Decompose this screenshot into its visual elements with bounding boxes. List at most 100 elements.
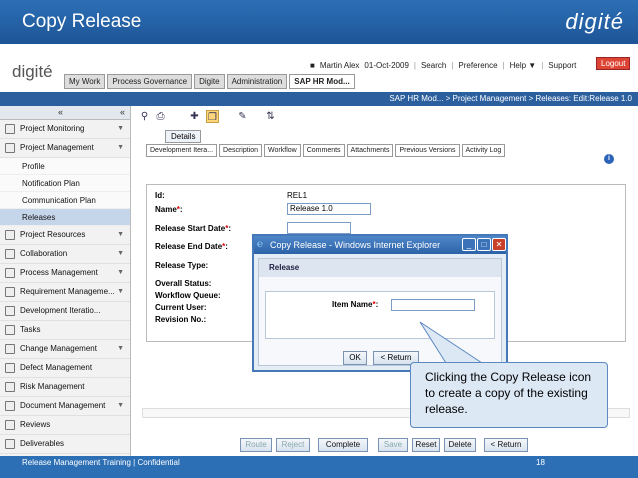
callout-note: Clicking the Copy Release icon to create…: [410, 362, 608, 428]
user-icon: ■: [310, 60, 315, 70]
subtab-comments[interactable]: Comments: [302, 144, 345, 157]
brand-logo: digité: [565, 9, 624, 34]
item-name-input[interactable]: [391, 299, 475, 311]
main-tabs: My Work Process Governance Digite Admini…: [64, 74, 355, 89]
start-date-label: Release Start Date*:: [155, 224, 232, 233]
preference-link[interactable]: Preference: [458, 61, 497, 70]
tab-my-work[interactable]: My Work: [64, 74, 106, 89]
sidebar-item-development-iteration[interactable]: Development Iteratio...: [0, 302, 130, 321]
sidebar-item-process-management[interactable]: Process Management ▼: [0, 264, 130, 283]
dialog-title: Copy Release - Windows Internet Explorer: [270, 240, 441, 250]
subtab-attachments[interactable]: Attachments: [346, 144, 394, 157]
delete-button[interactable]: Delete: [444, 438, 476, 452]
slide-footer: Release Management Training | Confidenti…: [0, 456, 638, 478]
sub-tabs: Development Itera... Description Workflo…: [146, 144, 506, 157]
id-value: REL1: [287, 191, 308, 200]
page-number: 18: [536, 458, 545, 467]
sidebar-item-project-monitoring[interactable]: Project Monitoring ▼: [0, 120, 130, 139]
info-icon[interactable]: i: [604, 154, 614, 164]
subtab-development-iterations[interactable]: Development Itera...: [146, 144, 218, 157]
search-icon[interactable]: ⚲: [138, 110, 151, 123]
risk-icon: [5, 382, 15, 392]
sidebar-item-tasks[interactable]: Tasks: [0, 321, 130, 340]
user-name[interactable]: Martin Alex: [320, 61, 360, 70]
name-input[interactable]: Release 1.0: [287, 203, 371, 215]
folder-icon: [5, 143, 15, 153]
collapse-up-icon[interactable]: «: [58, 107, 63, 117]
breadcrumb: SAP HR Mod... > Project Management > Rel…: [389, 94, 632, 103]
sidebar-item-project-management[interactable]: Project Management ▼: [0, 139, 130, 158]
subtab-previous-versions[interactable]: Previous Versions: [395, 144, 460, 157]
sidebar-item-document-management[interactable]: Document Management ▼: [0, 397, 130, 416]
logout-button[interactable]: Logout: [596, 57, 631, 70]
sort-icon[interactable]: ⇅: [264, 110, 277, 123]
tab-details[interactable]: Details: [165, 130, 202, 143]
document-icon: [5, 401, 15, 411]
maximize-icon[interactable]: □: [477, 238, 491, 251]
complete-button[interactable]: Complete: [318, 438, 368, 452]
subtab-activity-log[interactable]: Activity Log: [461, 144, 506, 157]
release-type-label: Release Type:: [155, 261, 209, 270]
add-icon[interactable]: ✚: [188, 110, 201, 123]
sidebar-item-deliverables[interactable]: Deliverables: [0, 435, 130, 454]
sidebar-item-reviews[interactable]: Reviews: [0, 416, 130, 435]
dialog-body: Release Item Name*: OK < Return: [258, 258, 502, 366]
route-button[interactable]: Route: [240, 438, 272, 452]
sidebar-item-risk-management[interactable]: Risk Management: [0, 378, 130, 397]
tab-process-governance[interactable]: Process Governance: [107, 74, 193, 89]
dialog-form: Item Name*:: [265, 291, 495, 339]
sidebar-sub-notification-plan[interactable]: Notification Plan: [0, 175, 130, 192]
sidebar: « « Project Monitoring ▼ Project Manageme…: [0, 106, 131, 456]
search-link[interactable]: Search: [421, 61, 446, 70]
collapse-sidebar-icon[interactable]: «: [120, 107, 125, 117]
sidebar-item-defect-management[interactable]: Defect Management: [0, 359, 130, 378]
copy-release-icon[interactable]: ❐: [206, 110, 219, 123]
save-button[interactable]: Save: [378, 438, 408, 452]
tab-sap-hr[interactable]: SAP HR Mod...: [289, 74, 355, 89]
process-icon: [5, 268, 15, 278]
sidebar-sub-profile[interactable]: Profile: [0, 158, 130, 175]
sidebar-item-collaboration[interactable]: Collaboration ▼: [0, 245, 130, 264]
name-label: Name*:: [155, 205, 183, 214]
subtab-workflow[interactable]: Workflow: [264, 144, 301, 157]
bottom-button-bar: Route Reject Complete Save Reset Delete …: [132, 432, 638, 456]
slide-header: Copy Release digité: [0, 0, 638, 44]
dialog-section-header: Release: [259, 259, 501, 277]
help-link[interactable]: Help ▼: [510, 61, 537, 70]
tab-administration[interactable]: Administration: [226, 74, 288, 89]
footer-text: Release Management Training | Confidenti…: [22, 458, 180, 467]
tag-icon[interactable]: ✎: [236, 110, 249, 123]
change-icon: [5, 344, 15, 354]
app-logo: digité: [12, 62, 53, 81]
dialog-titlebar[interactable]: ℮ Copy Release - Windows Internet Explor…: [254, 236, 506, 254]
copy-release-dialog: ℮ Copy Release - Windows Internet Explor…: [252, 234, 508, 372]
sidebar-sub-releases[interactable]: Releases: [0, 209, 130, 226]
print-icon[interactable]: ⎙: [154, 110, 167, 123]
reset-button[interactable]: Reset: [412, 438, 440, 452]
reject-button[interactable]: Reject: [276, 438, 310, 452]
start-date-input[interactable]: [287, 222, 351, 234]
subtab-description[interactable]: Description: [219, 144, 263, 157]
minimize-icon[interactable]: _: [462, 238, 476, 251]
app-top-row: digité ■ Martin Alex 01-Oct-2009 | Searc…: [0, 44, 638, 92]
monitor-icon: [5, 124, 15, 134]
tab-digite[interactable]: Digite: [194, 74, 225, 89]
ok-button[interactable]: OK: [343, 351, 367, 365]
tasks-icon: [5, 325, 15, 335]
user-bar: ■ Martin Alex 01-Oct-2009 | Search | Pre…: [310, 60, 577, 70]
iteration-icon: [5, 306, 15, 316]
current-user-label: Current User:: [155, 303, 207, 312]
id-label: Id:: [155, 191, 165, 200]
support-link[interactable]: Support: [548, 61, 576, 70]
sidebar-item-project-resources[interactable]: Project Resources ▼: [0, 226, 130, 245]
deliverables-icon: [5, 439, 15, 449]
breadcrumb-bar: SAP HR Mod... > Project Management > Rel…: [0, 92, 638, 106]
sidebar-header: « «: [0, 106, 130, 120]
workflow-queue-label: Workflow Queue:: [155, 291, 221, 300]
sidebar-item-requirement-management[interactable]: Requirement Manageme... ▼: [0, 283, 130, 302]
return-button[interactable]: < Return: [484, 438, 528, 452]
sidebar-sub-communication-plan[interactable]: Communication Plan: [0, 192, 130, 209]
sidebar-item-change-management[interactable]: Change Management ▼: [0, 340, 130, 359]
close-icon[interactable]: ✕: [492, 238, 506, 251]
end-date-label: Release End Date*:: [155, 242, 228, 251]
